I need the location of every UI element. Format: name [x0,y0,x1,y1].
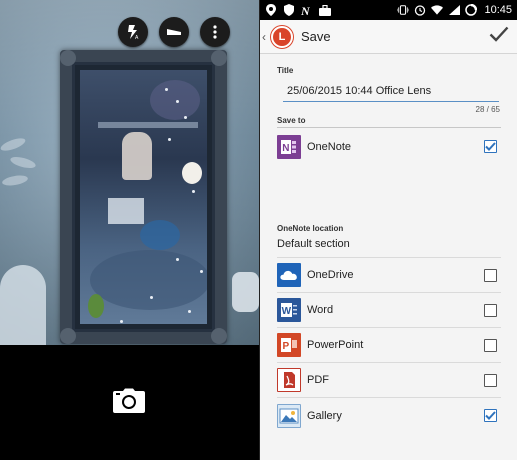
word-checkbox[interactable] [484,303,497,317]
destination-onedrive[interactable]: OneDrive [277,258,501,293]
page-title: Save [301,29,331,44]
frame-ornament [211,328,227,344]
document-mode-icon [166,26,182,38]
svg-text:W: W [282,306,292,317]
back-chevron-icon[interactable]: ‹ [262,30,270,44]
destination-powerpoint[interactable]: P PowerPoint [277,328,501,363]
office-lens-logo[interactable]: L [271,25,293,48]
destination-label: Gallery [307,409,342,422]
alarm-icon [414,4,426,16]
destination-label: Word [307,304,334,316]
destination-gallery[interactable]: Gallery [277,398,501,433]
camera-controls: A [118,17,230,47]
svg-text:N: N [301,4,311,16]
destination-label: OneNote [307,140,352,153]
location-value: Default section [277,238,350,250]
word-icon: W [277,298,301,322]
pdf-checkbox[interactable] [484,373,497,387]
camera-pane: A [0,0,259,460]
frame-ornament [211,50,227,66]
camera-viewfinder [0,0,259,345]
camera-icon [112,388,146,419]
shield-icon [283,4,295,16]
logo-text: L [278,30,286,43]
app-toolbar: ‹ L Save [260,20,517,54]
powerpoint-icon: P [277,333,301,357]
briefcase-icon [319,4,331,16]
frame-ornament [60,50,76,66]
status-bar: N 10:45 [260,0,517,20]
title-input[interactable] [283,80,499,102]
signal-icon [448,4,460,16]
confirm-save-button[interactable] [487,25,511,49]
save-to-label: Save to [277,116,306,125]
flash-auto-icon: A [126,24,140,40]
check-icon [485,138,496,156]
document-mode-button[interactable] [159,17,189,47]
svg-text:P: P [283,341,290,352]
onedrive-icon [277,263,301,287]
wifi-icon [431,4,444,16]
shutter-button[interactable] [109,386,149,420]
more-options-button[interactable] [200,17,230,47]
location-icon [265,4,277,16]
onenote-icon: N [277,134,301,159]
check-icon [485,407,496,425]
onenote-location[interactable]: OneNote location Default section [277,216,501,258]
destination-label: PDF [307,374,329,386]
powerpoint-checkbox[interactable] [484,338,497,352]
reflection-tree [88,294,104,318]
save-screen: N 10:45 ‹ L Save Title 25/06/2015 10:44 … [259,0,517,460]
frame-ornament [60,328,76,344]
onenote-checkbox[interactable] [484,140,497,153]
flash-button[interactable]: A [118,17,148,47]
destination-onenote[interactable]: N OneNote [277,129,501,164]
onedrive-checkbox[interactable] [484,268,497,282]
gallery-icon [277,403,301,428]
location-label: OneNote location [277,224,344,233]
reflection-flowers [182,162,202,184]
pdf-icon [277,368,301,392]
mirror-reflection [80,70,207,324]
svg-text:N: N [282,143,289,154]
notification-app-icon: N [301,4,313,16]
section-divider [277,127,501,128]
vibrate-icon [397,4,410,16]
character-counter: 28 / 65 [475,105,500,114]
viewfinder-plant [0,120,48,210]
viewfinder-cup [232,272,259,312]
destination-word[interactable]: W Word [277,293,501,328]
document-frame [60,50,227,344]
clock: 10:45 [484,4,512,16]
svg-text:A: A [135,35,139,40]
destination-pdf[interactable]: PDF [277,363,501,398]
battery-icon [465,4,478,16]
more-vert-icon [213,25,217,39]
title-label: Title [277,66,294,75]
destination-label: PowerPoint [307,339,364,351]
gallery-checkbox[interactable] [484,409,497,422]
checkmark-icon [489,26,509,47]
reflection-figure [122,132,152,180]
destination-label: OneDrive [307,269,354,281]
viewfinder-lamp [0,265,46,345]
